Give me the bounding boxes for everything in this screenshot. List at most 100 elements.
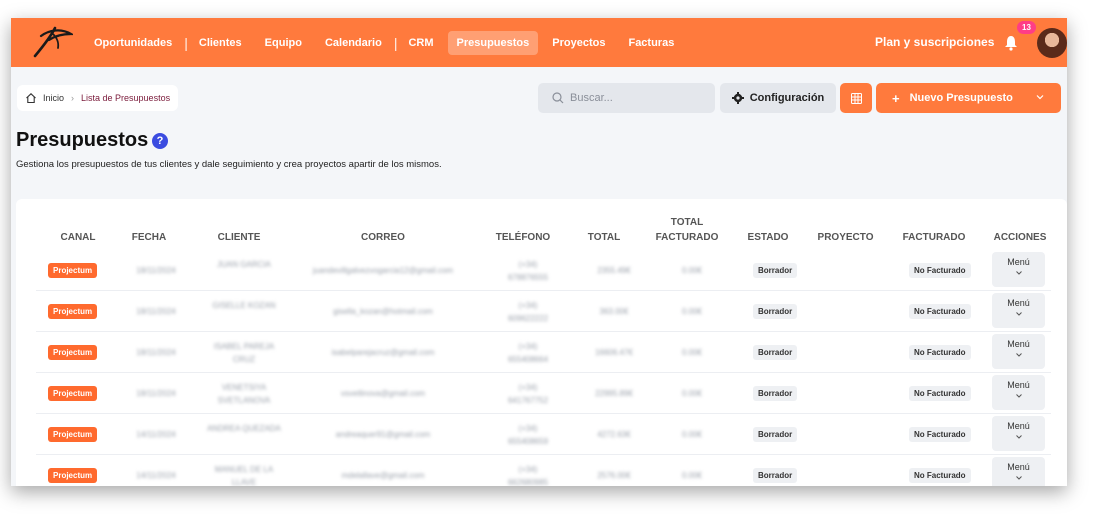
nav-calendario[interactable]: Calendario <box>316 31 391 55</box>
cell-telefono-number: 655408659 <box>507 437 549 446</box>
breadcrumb-home[interactable]: Inicio <box>43 93 64 103</box>
row-menu-button[interactable]: Menú <box>992 334 1045 369</box>
search-input[interactable]: Buscar... <box>538 83 715 113</box>
top-navbar: Oportunidades | Clientes Equipo Calendario | C… <box>11 18 1067 67</box>
cell-total-facturado: 0.00€ <box>681 307 703 316</box>
channel-tag: Projectum <box>48 304 98 319</box>
channel-tag: Projectum <box>48 386 98 401</box>
row-menu-button[interactable]: Menú <box>992 293 1045 328</box>
app-window: Oportunidades | Clientes Equipo Calendario | C… <box>11 18 1067 486</box>
header-total-facturado-line2: FACTURADO <box>655 232 719 243</box>
nav-separator: | <box>393 34 398 51</box>
nav-presupuestos[interactable]: Presupuestos <box>447 30 539 55</box>
plan-link[interactable]: Plan y suscripciones <box>875 35 994 49</box>
header-correo[interactable]: CORREO <box>358 232 408 244</box>
header-canal[interactable]: CANAL <box>48 232 108 244</box>
table-row[interactable]: Projectum 14/11/2024 MANUEL DE LA LLAVE mde… <box>36 455 1051 486</box>
bell-icon[interactable] <box>1004 35 1018 51</box>
invoiced-badge: No Facturado <box>909 468 971 483</box>
cell-telefono-prefix: (+34) <box>518 260 538 269</box>
chevron-down-icon <box>1015 394 1022 398</box>
cell-telefono: (+34) 655408664 <box>498 340 558 366</box>
nav-facturas[interactable]: Facturas <box>619 31 683 55</box>
invoiced-badge: No Facturado <box>909 263 971 278</box>
header-proyecto[interactable]: PROYECTO <box>813 232 878 244</box>
cell-total: 16606.47€ <box>595 348 633 357</box>
invoiced-badge: No Facturado <box>909 386 971 401</box>
cell-cliente: MANUEL DE LA LLAVE <box>214 465 274 486</box>
cell-total: 2576.00€ <box>597 471 631 480</box>
cell-total-facturado: 0.00€ <box>681 471 703 480</box>
header-total-facturado-line1: TOTAL <box>670 217 704 228</box>
status-badge: Borrador <box>753 386 798 401</box>
table-row[interactable]: Projectum 18/11/2024 GISELLE KOZAN gisella_… <box>36 291 1051 332</box>
row-menu-button[interactable]: Menú <box>992 252 1045 287</box>
grid-icon <box>850 92 862 104</box>
header-acciones: ACCIONES <box>993 232 1047 243</box>
header-cliente[interactable]: CLIENTE <box>214 232 264 244</box>
cell-fecha: 14/11/2024 <box>136 471 176 480</box>
row-menu-label: Menú <box>1007 421 1030 431</box>
row-menu-button[interactable]: Menú <box>992 416 1045 451</box>
cell-total-facturado: 0.00€ <box>681 348 703 357</box>
plus-icon: + <box>892 90 900 106</box>
avatar[interactable] <box>1037 28 1067 58</box>
header-fecha[interactable]: FECHA <box>129 232 169 244</box>
row-menu-button[interactable]: Menú <box>992 457 1045 486</box>
chevron-down-icon <box>1015 476 1022 480</box>
cell-telefono-number: 655408664 <box>507 355 549 364</box>
cell-cliente: JUAN GARCIA <box>217 260 271 269</box>
header-facturado[interactable]: FACTURADO <box>899 232 969 244</box>
cell-total-facturado: 0.00€ <box>681 430 703 439</box>
header-telefono[interactable]: TELÉFONO <box>493 232 553 244</box>
cell-total-facturado: 0.00€ <box>681 389 703 398</box>
table-row[interactable]: Projectum 18/11/2024 VENETSIYA SVETLANOVA v… <box>36 373 1051 414</box>
page-subtitle: Gestiona los presupuestos de tus cliente… <box>16 159 442 170</box>
channel-tag: Projectum <box>48 345 98 360</box>
brand-logo[interactable] <box>31 24 73 60</box>
nav-equipo[interactable]: Equipo <box>256 31 311 55</box>
table-row[interactable]: Projectum 14/11/2024 ANDREA QUEZADA andreaq… <box>36 414 1051 455</box>
status-badge: Borrador <box>753 304 798 319</box>
cell-correo: juandevillgalvezvogarcia12@gmail.com <box>312 266 454 275</box>
cell-telefono: (+34) 641767752 <box>498 381 558 407</box>
cell-telefono-prefix: (+34) <box>518 424 538 433</box>
cell-fecha: 14/11/2024 <box>136 430 176 439</box>
header-total[interactable]: TOTAL <box>584 232 624 244</box>
nav-clientes[interactable]: Clientes <box>190 31 251 55</box>
row-menu-button[interactable]: Menú <box>992 375 1045 410</box>
cell-cliente: ISABEL PAREJA CRUZ <box>213 342 275 364</box>
nav-crm[interactable]: CRM <box>399 31 442 55</box>
settings-button[interactable]: Configuración <box>720 83 836 113</box>
invoiced-badge: No Facturado <box>909 304 971 319</box>
chevron-down-icon <box>1015 312 1022 316</box>
cell-telefono-prefix: (+34) <box>518 465 538 474</box>
table-row[interactable]: Projectum 18/11/2024 ISABEL PAREJA CRUZ isa… <box>36 332 1051 373</box>
header-estado[interactable]: ESTADO <box>743 232 793 244</box>
grid-view-button[interactable] <box>840 83 872 113</box>
new-budget-button[interactable]: + Nuevo Presupuesto <box>876 83 1061 113</box>
status-badge: Borrador <box>753 468 798 483</box>
row-menu-label: Menú <box>1007 298 1030 308</box>
chevron-down-icon <box>1015 353 1022 357</box>
notification-badge: 13 <box>1017 21 1036 34</box>
invoiced-badge: No Facturado <box>909 345 971 360</box>
chevron-down-icon <box>1015 435 1022 439</box>
help-icon[interactable]: ? <box>152 133 168 149</box>
home-icon[interactable] <box>25 92 37 104</box>
channel-tag: Projectum <box>48 468 98 483</box>
nav-separator: | <box>184 34 188 51</box>
breadcrumb-current: Lista de Presupuestos <box>81 93 171 103</box>
breadcrumb: Inicio › Lista de Presupuestos <box>17 85 179 111</box>
header-total-facturado[interactable]: TOTAL FACTURADO <box>652 217 722 244</box>
cell-total: 22995.89€ <box>595 389 633 398</box>
nav-proyectos[interactable]: Proyectos <box>543 31 614 55</box>
main-nav: Oportunidades | Clientes Equipo Calendario | C… <box>85 18 688 67</box>
cell-telefono-prefix: (+34) <box>518 342 538 351</box>
row-menu-label: Menú <box>1007 257 1030 267</box>
gear-icon <box>731 92 744 104</box>
search-icon <box>552 92 564 104</box>
table-row[interactable]: Projectum 18/11/2024 JUAN GARCIA juandevill… <box>36 250 1051 291</box>
cell-telefono-number: 609622222 <box>507 314 549 323</box>
nav-oportunidades[interactable]: Oportunidades <box>85 31 181 55</box>
